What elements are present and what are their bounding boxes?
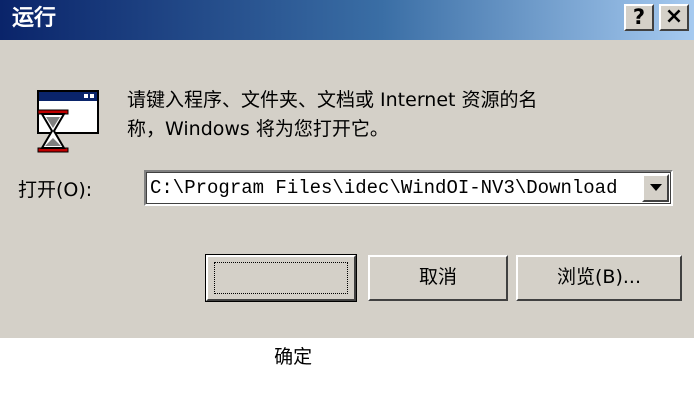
title-bar[interactable]: 运行 ? × <box>0 0 694 40</box>
close-button[interactable]: × <box>659 4 689 31</box>
cancel-button[interactable]: 取消 <box>368 255 508 301</box>
description-text-line1: 请键入程序、文件夹、文档或 Internet 资源的名 <box>127 89 538 111</box>
ok-button-label: 确定 <box>274 346 313 368</box>
run-dialog: 运行 ? × 请键入程序、文件夹、文档或 Internet 资源的名 称，Win… <box>0 0 694 368</box>
run-program-icon <box>37 90 99 153</box>
browse-button[interactable]: 浏览(B)... <box>516 255 682 301</box>
description-text-line2: 称，Windows 将为您打开它。 <box>127 118 389 140</box>
open-combobox[interactable] <box>144 170 673 206</box>
ok-button[interactable]: 确定 <box>205 254 357 368</box>
open-input[interactable] <box>150 174 638 202</box>
open-label: 打开(O): <box>18 179 93 201</box>
dropdown-button[interactable] <box>642 174 669 202</box>
window-title: 运行 <box>12 6 57 31</box>
chevron-down-icon <box>650 184 662 191</box>
focus-ring <box>214 262 348 294</box>
help-button[interactable]: ? <box>624 4 654 31</box>
